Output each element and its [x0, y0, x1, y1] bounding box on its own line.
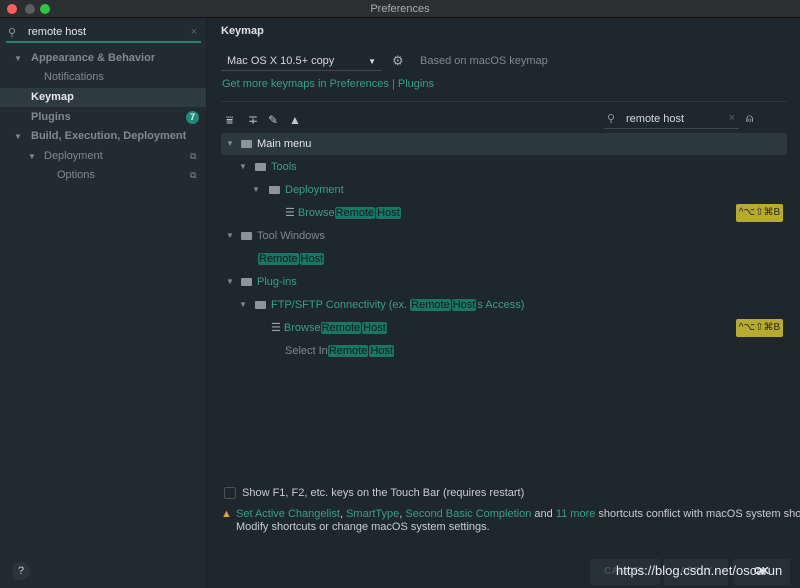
conflict-link[interactable]: Second Basic Completion — [405, 508, 531, 520]
shortcut-badge: ^⌥⇧⌘B — [736, 319, 783, 337]
sidebar-item-appearance[interactable]: ▼ Appearance & Behavior — [0, 49, 206, 68]
plugins-count-badge: 7 — [186, 111, 199, 124]
divider — [221, 101, 787, 102]
tree-node-plugins[interactable]: ▼ Plug-ins — [221, 271, 787, 293]
expand-arrow-icon: ▼ — [226, 231, 234, 240]
expand-arrow-icon: ▼ — [239, 162, 247, 171]
action-icon: ☰ — [285, 207, 298, 219]
tree-action-browse-remote-host-plugin[interactable]: ☰ BrowseRemote Host ^⌥⇧⌘B — [221, 317, 787, 339]
action-icon: ☰ — [271, 322, 284, 334]
watermark: https://blog.csdn.net/oscarun — [616, 563, 783, 578]
keymap-select[interactable]: Mac OS X 10.5+ copy ▼ — [221, 52, 382, 71]
close-window-button[interactable] — [7, 4, 17, 14]
tree-node-deployment[interactable]: ▼ Deployment — [221, 179, 787, 201]
expand-arrow-icon: ▼ — [252, 185, 260, 194]
sidebar: ⚲ remote host × ▼ Appearance & Behavior N… — [0, 19, 207, 588]
touchbar-checkbox[interactable] — [224, 487, 236, 499]
search-icon: ⚲ — [8, 27, 17, 39]
tree-action-browse-remote-host[interactable]: ☰ BrowseRemote Host ^⌥⇧⌘B — [221, 202, 787, 224]
tree-node-tools[interactable]: ▼ Tools — [221, 156, 787, 178]
project-scope-icon: ⧉ — [190, 170, 197, 180]
conflict-link[interactable]: Set Active Changelist — [236, 508, 340, 520]
minimize-window-button[interactable] — [25, 4, 35, 14]
menu-folder-icon — [241, 140, 252, 148]
edit-icon[interactable]: ✎ — [268, 113, 278, 127]
chevron-down-icon: ▼ — [368, 57, 376, 66]
shortcut-badge: ^⌥⇧⌘B — [736, 204, 783, 222]
conflict-link[interactable]: SmartType — [346, 508, 399, 520]
zoom-window-button[interactable] — [40, 4, 50, 14]
folder-icon — [241, 278, 252, 286]
get-more-keymaps-link[interactable]: Get more keymaps in Preferences | Plugin… — [222, 78, 434, 90]
keymap-tree: ▼ Main menu ▼ Tools ▼ Deployment ☰ BrowseRe… — [208, 133, 800, 373]
sidebar-item-options[interactable]: Options ⧉ — [0, 166, 206, 185]
expand-arrow-icon: ▼ — [28, 152, 36, 161]
keymap-panel: Keymap Mac OS X 10.5+ copy ▼ ⚙ Based on m… — [208, 19, 800, 588]
conflicts-warning-icon[interactable]: ▲ — [289, 113, 301, 127]
clear-icon[interactable]: × — [191, 26, 197, 38]
tree-node-ftp-sftp[interactable]: ▼ FTP/SFTP Connectivity (ex. Remote Host s … — [221, 294, 787, 316]
sidebar-item-keymap[interactable]: Keymap — [0, 88, 206, 107]
search-icon: ⚲ — [607, 113, 616, 125]
more-conflicts-link[interactable]: 11 more — [556, 508, 596, 520]
based-on-label: Based on macOS keymap — [420, 55, 548, 67]
gear-icon[interactable]: ⚙ — [392, 53, 404, 69]
tree-node-tool-windows[interactable]: ▼ Tool Windows — [221, 225, 787, 247]
expand-arrow-icon: ▼ — [14, 132, 22, 141]
collapse-all-icon[interactable]: ∓ — [248, 113, 258, 127]
warning-hint: Modify shortcuts or change macOS system … — [236, 521, 490, 533]
action-search-input[interactable]: ⚲ remote host × — [604, 111, 739, 129]
folder-icon — [255, 163, 266, 171]
conflict-warning: Set Active Changelist, SmartType, Second… — [236, 508, 800, 520]
tree-action-select-in-remote-host[interactable]: Select InRemote Host — [221, 340, 787, 362]
expand-arrow-icon: ▼ — [226, 139, 234, 148]
folder-icon — [269, 186, 280, 194]
sidebar-item-deployment[interactable]: ▼ Deployment ⧉ — [0, 147, 206, 166]
clear-icon[interactable]: × — [729, 112, 735, 124]
warning-icon: ▲ — [221, 508, 232, 520]
page-title: Keymap — [221, 25, 264, 37]
expand-all-icon[interactable]: ⩸ — [226, 113, 233, 128]
tree-action-remote-host[interactable]: Remote Host — [221, 248, 787, 270]
touchbar-label: Show F1, F2, etc. keys on the Touch Bar … — [242, 487, 525, 499]
window-title: Preferences — [370, 3, 430, 15]
find-by-shortcut-icon[interactable]: ⍝ — [746, 111, 753, 126]
settings-search-input[interactable]: ⚲ remote host × — [6, 25, 201, 43]
expand-arrow-icon: ▼ — [14, 54, 22, 63]
folder-icon — [255, 301, 266, 309]
title-bar: Preferences — [0, 0, 800, 18]
project-scope-icon: ⧉ — [190, 151, 197, 161]
sidebar-item-build[interactable]: ▼ Build, Execution, Deployment — [0, 127, 206, 146]
expand-arrow-icon: ▼ — [239, 300, 247, 309]
sidebar-item-plugins[interactable]: Plugins 7 — [0, 108, 206, 127]
tree-node-main-menu[interactable]: ▼ Main menu — [221, 133, 787, 155]
sidebar-item-notifications[interactable]: Notifications — [0, 68, 206, 87]
help-button[interactable]: ? — [12, 562, 30, 580]
folder-icon — [241, 232, 252, 240]
expand-arrow-icon: ▼ — [226, 277, 234, 286]
